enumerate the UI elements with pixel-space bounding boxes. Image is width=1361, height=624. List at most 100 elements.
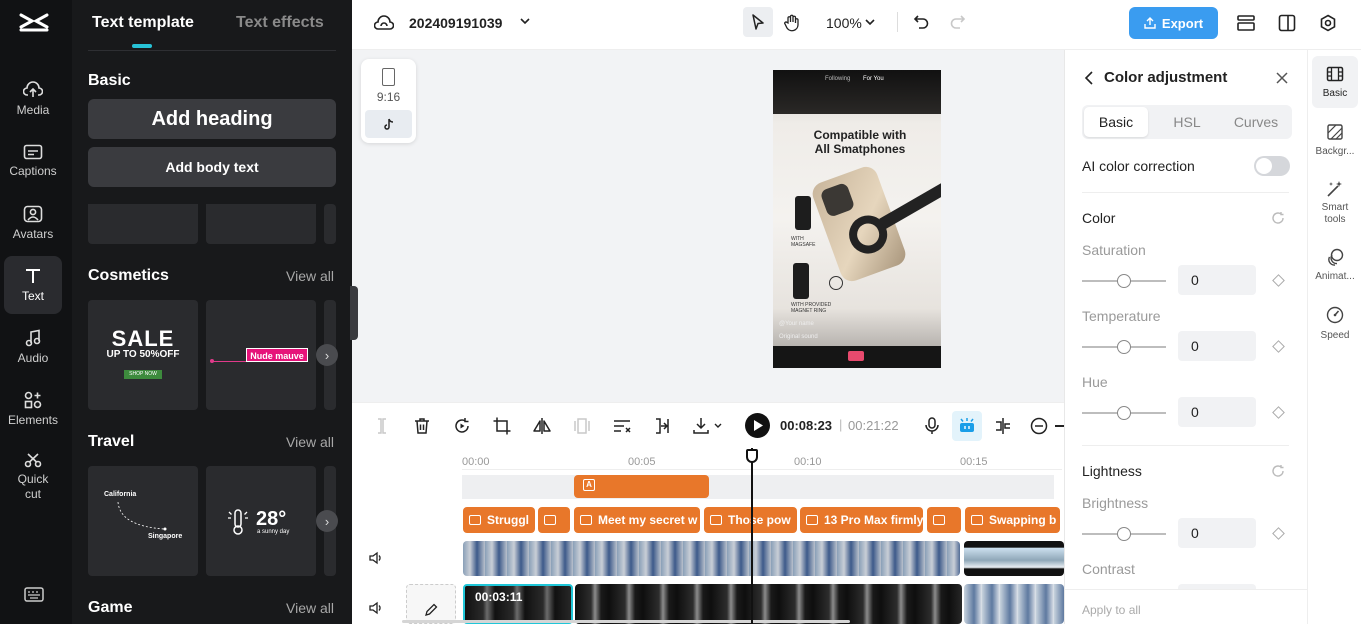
tab-basic[interactable]: Basic xyxy=(1084,107,1148,137)
cover-button[interactable] xyxy=(406,584,456,624)
nav-text[interactable]: Text xyxy=(4,256,62,314)
nav-avatars[interactable]: Avatars xyxy=(4,194,62,252)
close-icon[interactable] xyxy=(1276,72,1288,84)
undo-icon[interactable] xyxy=(913,14,929,30)
play-button[interactable] xyxy=(745,413,770,438)
export-button[interactable]: Export xyxy=(1129,7,1218,39)
hand-icon[interactable] xyxy=(783,14,801,32)
chevron-right-icon[interactable]: › xyxy=(316,510,338,532)
template-card[interactable] xyxy=(324,204,336,244)
add-body-text-button[interactable]: Add body text xyxy=(88,147,336,187)
rail-animation[interactable]: Animat... xyxy=(1308,248,1361,283)
keyframe-icon[interactable] xyxy=(1272,340,1285,353)
playhead-handle[interactable] xyxy=(746,449,758,463)
nav-captions[interactable]: Captions xyxy=(4,132,62,190)
layers-icon[interactable] xyxy=(1236,14,1256,32)
text-clip[interactable]: Swapping b xyxy=(965,507,1060,533)
tab-text-template[interactable]: Text template xyxy=(92,14,194,32)
panel-collapse-handle[interactable] xyxy=(350,286,358,340)
temperature-input[interactable]: 0 xyxy=(1178,331,1256,361)
apply-to-all-button[interactable]: Apply to all xyxy=(1082,603,1141,617)
nav-quick-cut[interactable]: Quick cut xyxy=(4,446,62,508)
panel-toggle-icon[interactable] xyxy=(1278,14,1296,32)
rail-speed[interactable]: Speed xyxy=(1308,306,1361,342)
ratio-selector[interactable]: 9:16 xyxy=(361,59,416,143)
video-clip-broll[interactable] xyxy=(463,541,960,576)
text-clip[interactable] xyxy=(927,507,961,533)
slider-knob[interactable] xyxy=(1117,274,1131,288)
chevron-right-icon[interactable]: › xyxy=(316,344,338,366)
add-heading-button[interactable]: Add heading xyxy=(88,99,336,139)
adjust-icon[interactable] xyxy=(612,416,632,436)
delete-icon[interactable] xyxy=(412,416,432,436)
nav-elements[interactable]: Elements xyxy=(4,380,62,438)
download-dropdown[interactable] xyxy=(692,416,728,436)
zoom-slider[interactable] xyxy=(1055,425,1064,427)
redo-icon[interactable] xyxy=(950,14,966,30)
template-card[interactable] xyxy=(206,204,316,244)
select-tool-button[interactable] xyxy=(743,7,773,37)
saturation-slider[interactable] xyxy=(1082,274,1166,288)
split-align-icon[interactable] xyxy=(993,416,1013,436)
brightness-input[interactable]: 0 xyxy=(1178,518,1256,548)
temperature-slider[interactable] xyxy=(1082,340,1166,354)
slider-knob[interactable] xyxy=(1117,527,1131,541)
view-all-link[interactable]: View all xyxy=(286,268,334,284)
video-clip-scenery[interactable] xyxy=(964,541,1064,576)
microphone-icon[interactable] xyxy=(922,416,942,436)
template-card-sale[interactable]: SALE UP TO 50%OFF SHOP NOW xyxy=(88,300,198,410)
rail-basic[interactable]: Basic xyxy=(1308,66,1361,100)
back-chevron-icon[interactable] xyxy=(1084,71,1094,85)
tab-text-effects[interactable]: Text effects xyxy=(236,14,324,32)
tab-hsl[interactable]: HSL xyxy=(1156,114,1218,130)
template-card-weather[interactable]: 28° a sunny day xyxy=(206,466,316,576)
slider-knob[interactable] xyxy=(1117,406,1131,420)
keyframe-icon[interactable] xyxy=(1272,406,1285,419)
reset-icon[interactable] xyxy=(1271,211,1285,225)
slider-knob[interactable] xyxy=(1117,340,1131,354)
rail-smart-tools[interactable]: Smart tools xyxy=(1308,180,1361,226)
capcut-logo-icon[interactable] xyxy=(18,12,50,34)
loop-icon[interactable] xyxy=(452,416,472,436)
flip-icon[interactable] xyxy=(532,416,552,436)
tab-curves[interactable]: Curves xyxy=(1224,114,1288,130)
keyboard-icon[interactable] xyxy=(24,587,44,602)
playhead[interactable] xyxy=(751,448,753,624)
template-card[interactable] xyxy=(88,204,198,244)
chevron-down-icon[interactable] xyxy=(865,18,875,26)
volume-icon[interactable] xyxy=(368,551,384,565)
zoom-out-icon[interactable] xyxy=(1029,416,1049,436)
video-preview[interactable]: Following For You Compatible with All Sm… xyxy=(773,70,941,368)
keyframe-icon[interactable] xyxy=(1272,527,1285,540)
view-all-link[interactable]: View all xyxy=(286,434,334,450)
auto-snap-button[interactable] xyxy=(952,411,982,441)
freeze-frame-icon[interactable] xyxy=(572,416,592,436)
ai-color-toggle[interactable] xyxy=(1254,156,1290,176)
cloud-sync-icon[interactable] xyxy=(374,14,394,32)
reset-icon[interactable] xyxy=(1271,464,1285,478)
text-clip[interactable]: Meet my secret w xyxy=(574,507,700,533)
template-card-route[interactable]: California Singapore xyxy=(88,466,198,576)
crop-icon[interactable] xyxy=(492,416,512,436)
nav-media[interactable]: Media xyxy=(4,70,62,128)
main-video-clip-selected[interactable]: 00:03:11 xyxy=(463,584,573,624)
project-name[interactable]: 202409191039 xyxy=(409,15,502,31)
template-card-nude[interactable]: Nude mauve xyxy=(206,300,316,410)
trim-icon[interactable] xyxy=(652,416,672,436)
timeline-scrollbar[interactable] xyxy=(402,620,850,623)
volume-icon[interactable] xyxy=(368,601,384,615)
tiktok-icon[interactable] xyxy=(365,110,412,138)
main-video-clip[interactable] xyxy=(575,584,962,624)
brightness-slider[interactable] xyxy=(1082,527,1166,541)
keyframe-icon[interactable] xyxy=(1272,274,1285,287)
text-clip[interactable] xyxy=(538,507,570,533)
saturation-input[interactable]: 0 xyxy=(1178,265,1256,295)
nav-audio[interactable]: Audio xyxy=(4,318,62,376)
text-clip-top[interactable]: A xyxy=(574,475,709,498)
text-clip[interactable]: Struggl xyxy=(463,507,535,533)
view-all-link[interactable]: View all xyxy=(286,600,334,616)
hue-slider[interactable] xyxy=(1082,406,1166,420)
split-icon[interactable] xyxy=(372,416,392,436)
text-clip[interactable]: 13 Pro Max firmly xyxy=(800,507,923,533)
zoom-level[interactable]: 100% xyxy=(826,15,862,31)
